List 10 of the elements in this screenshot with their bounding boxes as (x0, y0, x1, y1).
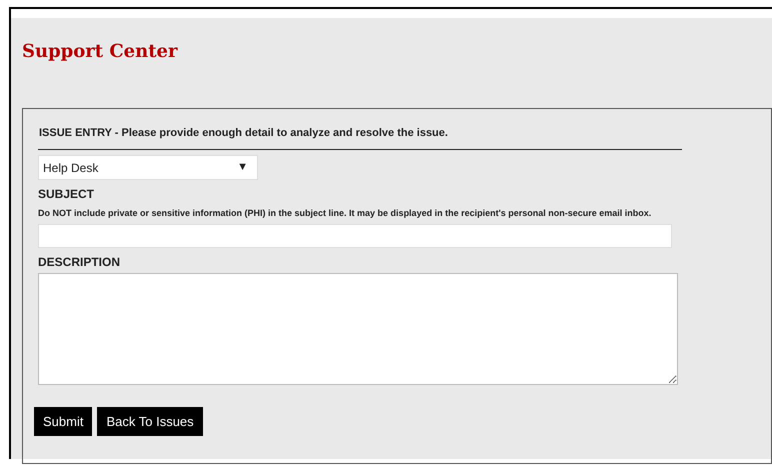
subject-field[interactable] (38, 224, 672, 248)
page-title: Support Center (22, 41, 179, 63)
form-heading: ISSUE ENTRY - Please provide enough detail to analyze and resolve the issue. (38, 126, 449, 140)
subject-note: Do NOT include private or sensitive information (PHI) in the subject line. It may be displayed in the recipient's personal non-secure email inbox. (38, 207, 652, 220)
category-dropdown[interactable]: Help Desk ▼ (38, 155, 258, 180)
description-field[interactable] (38, 273, 678, 385)
subject-label: SUBJECT (38, 186, 96, 203)
submit-button[interactable]: Submit (34, 407, 92, 436)
back-button[interactable]: Back To Issues (97, 407, 203, 436)
description-label: DESCRIPTION (38, 254, 122, 271)
